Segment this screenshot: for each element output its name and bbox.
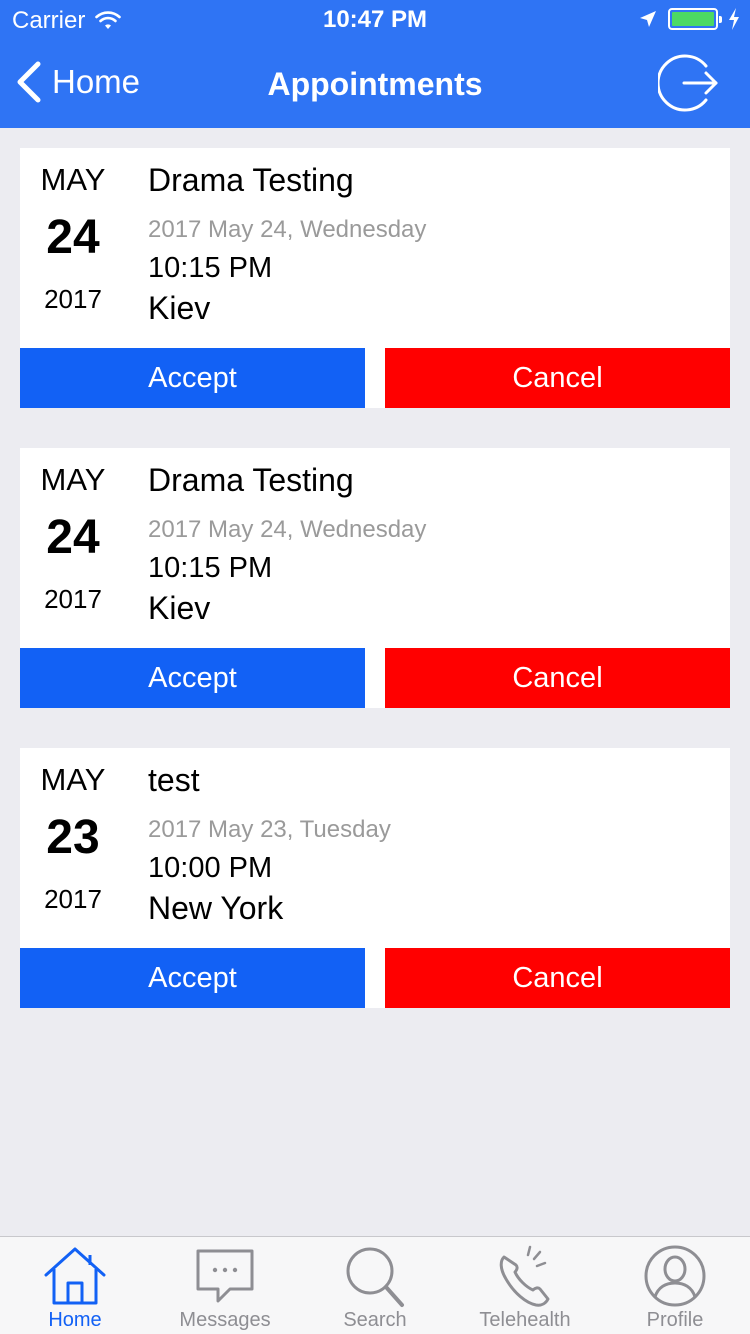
tab-label: Home bbox=[48, 1309, 102, 1331]
appointment-card: MAY 23 2017 test 2017 May 23, Tuesday 10… bbox=[20, 748, 730, 1008]
appointment-full-date: 2017 May 23, Tuesday bbox=[148, 816, 391, 843]
battery-icon bbox=[668, 8, 722, 30]
date-month: MAY bbox=[40, 162, 106, 197]
date-year: 2017 bbox=[44, 284, 102, 314]
appointment-title: Drama Testing bbox=[148, 162, 354, 198]
home-icon bbox=[44, 1247, 106, 1305]
appointment-card: MAY 24 2017 Drama Testing 2017 May 24, W… bbox=[20, 148, 730, 408]
appointment-card: MAY 24 2017 Drama Testing 2017 May 24, W… bbox=[20, 448, 730, 708]
nav-bar: Home Appointments bbox=[0, 40, 750, 128]
date-month: MAY bbox=[40, 462, 106, 497]
tab-profile[interactable]: Profile bbox=[600, 1237, 750, 1334]
location-arrow-icon bbox=[640, 11, 656, 27]
tab-telehealth[interactable]: Telehealth bbox=[450, 1237, 600, 1334]
charging-bolt-icon bbox=[729, 8, 739, 30]
chat-bubble-icon bbox=[196, 1249, 254, 1303]
appointment-full-date: 2017 May 24, Wednesday bbox=[148, 216, 427, 243]
cancel-button[interactable]: Cancel bbox=[385, 648, 730, 708]
accept-button[interactable]: Accept bbox=[20, 948, 365, 1008]
appointment-full-date: 2017 May 24, Wednesday bbox=[148, 516, 427, 543]
cancel-button[interactable]: Cancel bbox=[385, 348, 730, 408]
status-bar: Carrier 10:47 PM bbox=[0, 0, 750, 40]
logout-icon[interactable] bbox=[658, 52, 720, 114]
cancel-button[interactable]: Cancel bbox=[385, 948, 730, 1008]
tab-label: Telehealth bbox=[479, 1309, 571, 1331]
date-month: MAY bbox=[40, 762, 106, 797]
appointment-list: MAY 24 2017 Drama Testing 2017 May 24, W… bbox=[20, 148, 730, 1048]
tab-messages[interactable]: Messages bbox=[150, 1237, 300, 1334]
appointment-title: Drama Testing bbox=[148, 462, 354, 498]
header: Carrier 10:47 PM Home Appointments bbox=[0, 0, 750, 128]
date-day: 24 bbox=[46, 211, 100, 264]
profile-icon bbox=[644, 1245, 706, 1307]
tab-label: Search bbox=[343, 1309, 407, 1331]
page-title: Appointments bbox=[267, 66, 483, 102]
appointment-location: New York bbox=[148, 890, 284, 926]
tab-label: Profile bbox=[646, 1309, 704, 1331]
search-icon bbox=[346, 1247, 404, 1307]
date-year: 2017 bbox=[44, 584, 102, 614]
accept-button[interactable]: Accept bbox=[20, 648, 365, 708]
appointment-time: 10:15 PM bbox=[148, 252, 273, 284]
tab-label: Messages bbox=[179, 1309, 271, 1331]
date-year: 2017 bbox=[44, 884, 102, 914]
appointment-time: 10:15 PM bbox=[148, 552, 273, 584]
accept-button[interactable]: Accept bbox=[20, 348, 365, 408]
date-day: 23 bbox=[46, 811, 100, 864]
appointment-title: test bbox=[148, 762, 200, 798]
appointment-location: Kiev bbox=[148, 590, 211, 626]
appointment-location: Kiev bbox=[148, 290, 211, 326]
date-day: 24 bbox=[46, 511, 100, 564]
phone-icon bbox=[499, 1245, 550, 1307]
tab-bar: Home Messages Search Telehealth Profile bbox=[0, 1236, 750, 1334]
tab-search[interactable]: Search bbox=[300, 1237, 450, 1334]
status-right bbox=[638, 8, 740, 30]
tab-home[interactable]: Home bbox=[0, 1237, 150, 1334]
appointment-time: 10:00 PM bbox=[148, 852, 273, 884]
